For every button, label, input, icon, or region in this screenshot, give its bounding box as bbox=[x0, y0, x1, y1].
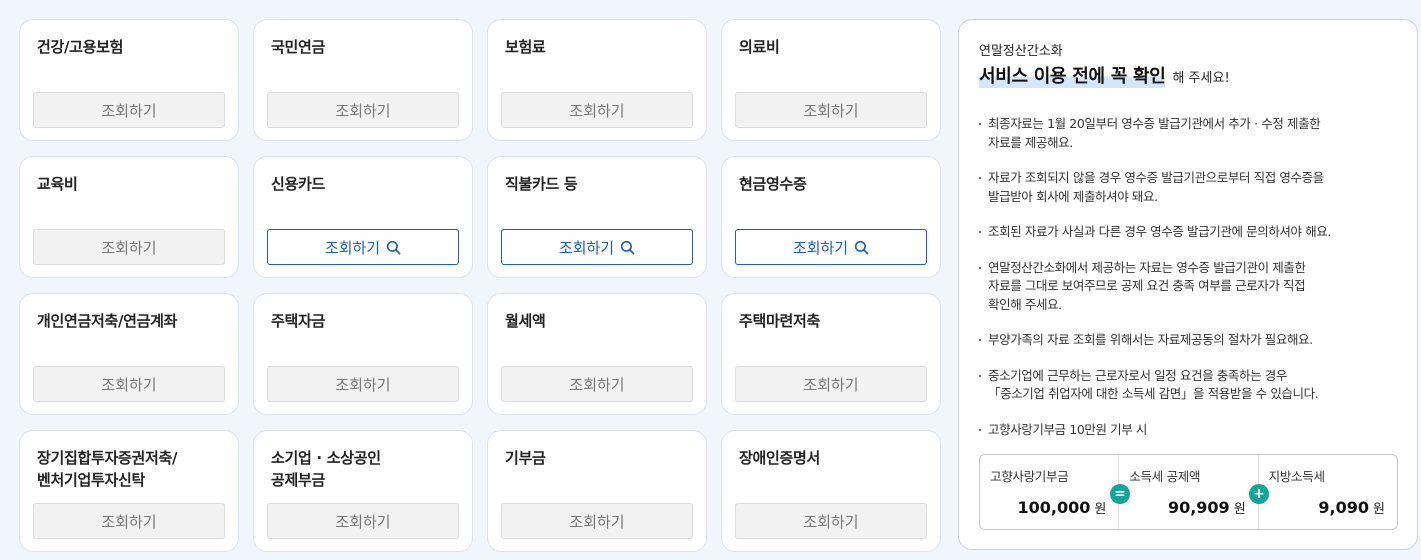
deduction-card: 장기집합투자증권저축/ 벤처기업투자신탁조회하기 bbox=[19, 430, 239, 552]
notice-item: 조회된 자료가 사실과 다른 경우 영수증 발급기관에 문의하셔야 해요. bbox=[979, 223, 1399, 242]
card-title: 장애인증명서 bbox=[739, 449, 821, 467]
notice-item: 연말정산간소화에서 제공하는 자료는 영수증 발급기관이 제출한 자료를 그대로… bbox=[979, 259, 1399, 315]
search-icon bbox=[620, 240, 635, 255]
notice-panel: 연말정산간소화 서비스 이용 전에 꼭 확인 해 주세요! 최종자료는 1월 2… bbox=[958, 19, 1418, 550]
calc-value: 90,909 원 bbox=[1168, 498, 1246, 517]
notice-headline-highlight: 서비스 이용 전에 꼭 확인 bbox=[979, 62, 1166, 88]
card-title: 보험료 bbox=[505, 38, 546, 56]
card-title: 의료비 bbox=[739, 38, 780, 56]
donation-calculation: 고향사랑기부금 100,000 원 소득세 공제액 90,909 원 지방소득세… bbox=[979, 454, 1398, 530]
inquiry-button-label: 조회하기 bbox=[335, 512, 391, 531]
inquiry-button-label: 조회하기 bbox=[335, 375, 391, 394]
deduction-card: 의료비조회하기 bbox=[721, 19, 941, 141]
inquiry-button[interactable]: 조회하기 bbox=[735, 229, 927, 265]
notice-item: 부양가족의 자료 조회를 위해서는 자료제공동의 절차가 필요해요. bbox=[979, 331, 1399, 350]
inquiry-button[interactable]: 조회하기 bbox=[33, 229, 225, 265]
card-title: 월세액 bbox=[505, 312, 546, 330]
deduction-card: 장애인증명서조회하기 bbox=[721, 430, 941, 552]
deduction-card: 건강/고용보험조회하기 bbox=[19, 19, 239, 141]
notice-list: 최종자료는 1월 20일부터 영수증 발급기관에서 추가 · 수정 제출한 자료… bbox=[979, 115, 1399, 456]
calc-label: 소득세 공제액 bbox=[1129, 469, 1201, 484]
calc-number: 90,909 bbox=[1167, 498, 1230, 517]
inquiry-button-label: 조회하기 bbox=[803, 512, 859, 531]
inquiry-button-label: 조회하기 bbox=[569, 512, 625, 531]
notice-headline: 서비스 이용 전에 꼭 확인 해 주세요! bbox=[979, 62, 1230, 88]
card-title: 건강/고용보험 bbox=[37, 38, 124, 56]
inquiry-button-label: 조회하기 bbox=[803, 375, 859, 394]
notice-item: 고향사랑기부금 10만원 기부 시 bbox=[979, 421, 1399, 440]
inquiry-button[interactable]: 조회하기 bbox=[735, 503, 927, 539]
card-title: 직불카드 등 bbox=[505, 175, 578, 193]
calc-income-tax: 소득세 공제액 90,909 원 bbox=[1118, 455, 1257, 529]
inquiry-button[interactable]: 조회하기 bbox=[267, 503, 459, 539]
inquiry-button-label: 조회하기 bbox=[803, 101, 859, 120]
notice-item: 최종자료는 1월 20일부터 영수증 발급기관에서 추가 · 수정 제출한 자료… bbox=[979, 115, 1399, 152]
inquiry-button[interactable]: 조회하기 bbox=[33, 366, 225, 402]
calc-local-tax: 지방소득세 9,090 원 bbox=[1257, 455, 1397, 529]
inquiry-button-label: 조회하기 bbox=[101, 512, 157, 531]
deduction-card: 월세액조회하기 bbox=[487, 293, 707, 415]
inquiry-button[interactable]: 조회하기 bbox=[33, 92, 225, 128]
deduction-card: 개인연금저축/연금계좌조회하기 bbox=[19, 293, 239, 415]
inquiry-button[interactable]: 조회하기 bbox=[267, 229, 459, 265]
calc-number: 100,000 bbox=[1017, 498, 1091, 517]
inquiry-button[interactable]: 조회하기 bbox=[267, 366, 459, 402]
deduction-card: 소기업 · 소상공인 공제부금조회하기 bbox=[253, 430, 473, 552]
calc-unit: 원 bbox=[1094, 502, 1107, 517]
calc-donation: 고향사랑기부금 100,000 원 bbox=[980, 455, 1118, 529]
calc-label: 지방소득세 bbox=[1268, 469, 1325, 484]
deduction-card-grid: 건강/고용보험 조회하기 국민연금 조회하기 보험료 조회하기 의료비 조회하기 교육비 조회하기… bbox=[19, 19, 941, 552]
inquiry-button[interactable]: 조회하기 bbox=[735, 92, 927, 128]
card-title: 장기집합투자증권저축/ 벤처기업투자신탁 bbox=[37, 449, 178, 489]
inquiry-button-label: 조회하기 bbox=[569, 375, 625, 394]
calc-number: 9,090 bbox=[1318, 498, 1370, 517]
inquiry-button[interactable]: 조회하기 bbox=[501, 229, 693, 265]
card-title: 국민연금 bbox=[271, 38, 326, 56]
inquiry-button-label: 조회하기 bbox=[101, 238, 157, 257]
notice-item: 자료가 조회되지 않을 경우 영수증 발급기관으로부터 직접 영수증을 발급받아… bbox=[979, 169, 1399, 206]
notice-item: 중소기업에 근무하는 근로자로서 일정 요건을 충족하는 경우 「중소기업 취업… bbox=[979, 367, 1399, 404]
deduction-card: 직불카드 등조회하기 bbox=[487, 156, 707, 278]
calc-value: 9,090 원 bbox=[1318, 498, 1385, 517]
search-icon bbox=[854, 240, 869, 255]
inquiry-button[interactable]: 조회하기 bbox=[501, 366, 693, 402]
calc-unit: 원 bbox=[1233, 502, 1246, 517]
deduction-card: 국민연금조회하기 bbox=[253, 19, 473, 141]
equals-icon: = bbox=[1110, 484, 1130, 504]
deduction-card: 보험료조회하기 bbox=[487, 19, 707, 141]
plus-icon: + bbox=[1249, 484, 1269, 504]
search-icon bbox=[386, 240, 401, 255]
card-title: 개인연금저축/연금계좌 bbox=[37, 312, 178, 330]
card-title: 주택마련저축 bbox=[739, 312, 821, 330]
deduction-card: 주택마련저축조회하기 bbox=[721, 293, 941, 415]
card-title: 기부금 bbox=[505, 449, 546, 467]
card-title: 소기업 · 소상공인 공제부금 bbox=[271, 449, 381, 489]
deduction-card: 교육비조회하기 bbox=[19, 156, 239, 278]
inquiry-button-label: 조회하기 bbox=[558, 238, 615, 257]
card-title: 주택자금 bbox=[271, 312, 326, 330]
inquiry-button-label: 조회하기 bbox=[335, 101, 391, 120]
inquiry-button[interactable]: 조회하기 bbox=[267, 92, 459, 128]
calc-value: 100,000 원 bbox=[1017, 498, 1106, 517]
deduction-card: 기부금조회하기 bbox=[487, 430, 707, 552]
inquiry-button-label: 조회하기 bbox=[101, 101, 157, 120]
notice-subtitle: 연말정산간소화 bbox=[979, 44, 1063, 59]
card-title: 현금영수증 bbox=[739, 175, 807, 193]
inquiry-button[interactable]: 조회하기 bbox=[33, 503, 225, 539]
deduction-card: 현금영수증조회하기 bbox=[721, 156, 941, 278]
inquiry-button[interactable]: 조회하기 bbox=[501, 92, 693, 128]
card-title: 신용카드 bbox=[271, 175, 326, 193]
calc-label: 고향사랑기부금 bbox=[990, 469, 1069, 484]
inquiry-button-label: 조회하기 bbox=[569, 101, 625, 120]
deduction-card: 주택자금조회하기 bbox=[253, 293, 473, 415]
card-title: 교육비 bbox=[37, 175, 78, 193]
inquiry-button-label: 조회하기 bbox=[324, 238, 381, 257]
notice-headline-suffix: 해 주세요! bbox=[1172, 71, 1230, 86]
inquiry-button[interactable]: 조회하기 bbox=[735, 366, 927, 402]
inquiry-button-label: 조회하기 bbox=[101, 375, 157, 394]
deduction-card: 신용카드조회하기 bbox=[253, 156, 473, 278]
inquiry-button-label: 조회하기 bbox=[792, 238, 849, 257]
inquiry-button[interactable]: 조회하기 bbox=[501, 503, 693, 539]
calc-unit: 원 bbox=[1373, 502, 1385, 517]
